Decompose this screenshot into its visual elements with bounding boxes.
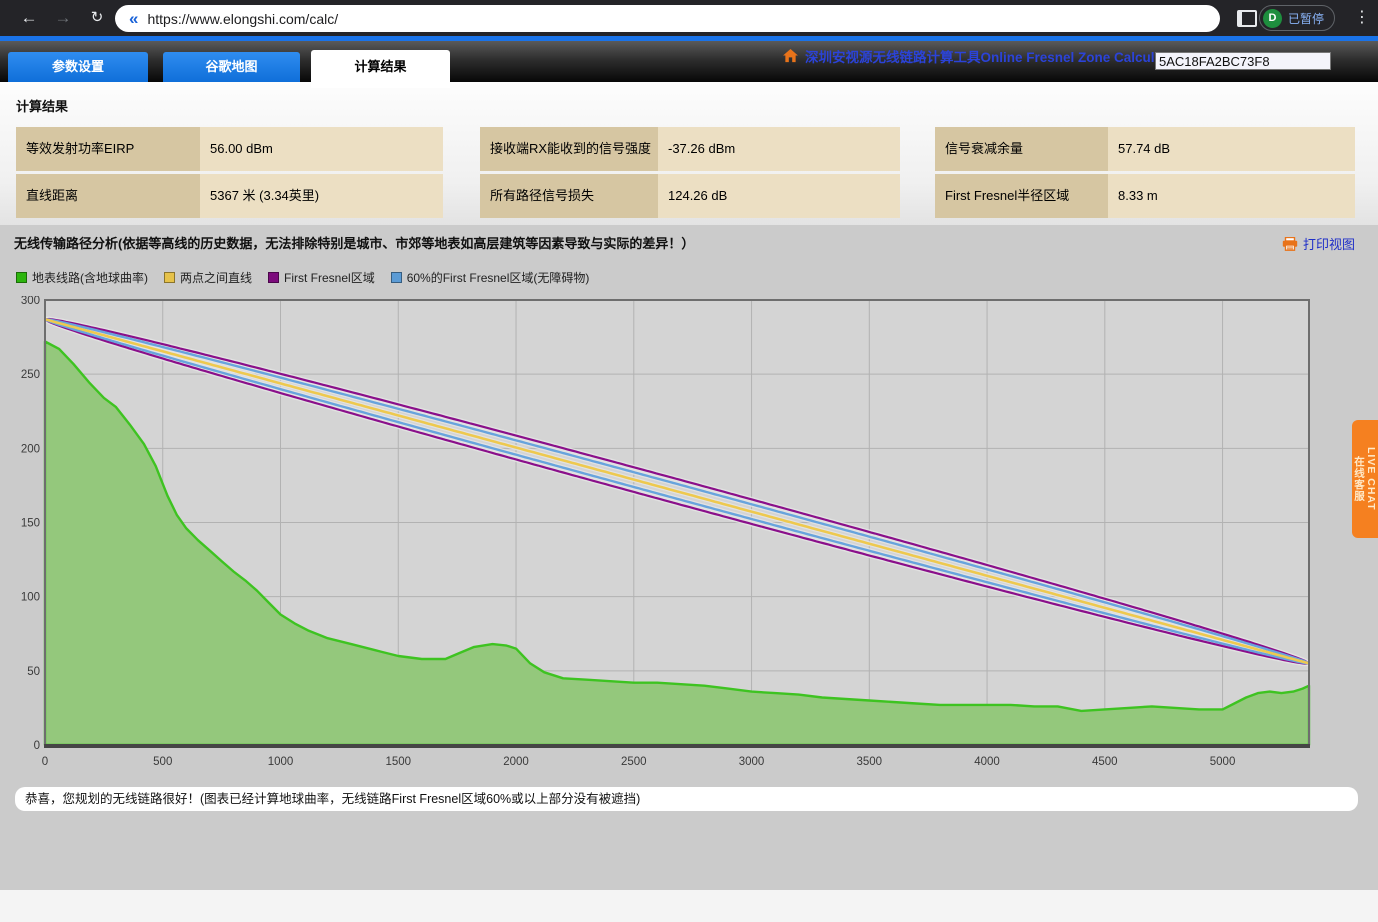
x-tick-label: 4500: [1092, 756, 1118, 768]
printer-icon: [1282, 237, 1298, 251]
y-tick-label: 100: [21, 592, 40, 604]
sync-paused-label: 已暂停: [1288, 10, 1324, 27]
avatar: D: [1263, 9, 1282, 28]
x-tick-label: 3000: [739, 756, 765, 768]
result-value: -37.26 dBm: [658, 127, 900, 171]
tab-parameters[interactable]: 参数设置: [8, 52, 148, 82]
y-tick-label: 150: [21, 518, 40, 530]
site-title-row: 深圳安视源无线链路计算工具Online Fresnel Zone Calcula…: [783, 46, 1180, 66]
legend-label: 两点之间直线: [180, 269, 252, 286]
x-tick-label: 0: [42, 756, 48, 768]
y-tick-label: 200: [21, 443, 40, 455]
live-chat-button[interactable]: 在线客服 LIVE CHAT: [1352, 420, 1378, 538]
browser-toolbar: ← → ↻ « https://www.elongshi.com/calc/ D…: [0, 0, 1378, 36]
side-panel-icon[interactable]: [1237, 10, 1257, 27]
forward-icon[interactable]: →: [50, 7, 76, 29]
home-icon: [783, 49, 798, 63]
results-heading: 计算结果: [16, 96, 68, 115]
result-label: First Fresnel半径区域: [935, 174, 1108, 218]
x-tick-label: 1000: [268, 756, 294, 768]
legend-label: First Fresnel区域: [284, 269, 375, 286]
result-label: 所有路径信号损失: [480, 174, 658, 218]
x-tick-label: 1500: [385, 756, 411, 768]
browser-menu-icon[interactable]: ⋮: [1354, 6, 1370, 30]
results-row: 等效发射功率EIRP56.00 dBm 接收端RX能收到的信号强度-37.26 d…: [16, 127, 1355, 171]
legend-swatch-icon: [391, 272, 402, 283]
analysis-note: 无线传输路径分析(依据等高线的历史数据，无法排除特别是城市、市郊等地表如高层建筑…: [14, 233, 694, 252]
y-tick-label: 50: [27, 666, 40, 678]
legend-label: 60%的First Fresnel区域(无障碍物): [407, 269, 590, 286]
page-title: 深圳安视源无线链路计算工具Online Fresnel Zone Calcula…: [805, 46, 1180, 66]
result-value: 56.00 dBm: [200, 127, 443, 171]
x-tick-label: 3500: [856, 756, 882, 768]
address-bar[interactable]: « https://www.elongshi.com/calc/: [115, 5, 1220, 32]
x-tick-label: 500: [153, 756, 172, 768]
back-icon[interactable]: ←: [16, 7, 42, 29]
result-value: 8.33 m: [1108, 174, 1355, 218]
status-message: 恭喜，您规划的无线链路很好！(图表已经计算地球曲率，无线链路First Fres…: [15, 787, 1358, 811]
analysis-section: 无线传输路径分析(依据等高线的历史数据，无法排除特别是城市、市郊等地表如高层建筑…: [0, 225, 1378, 890]
site-favicon-icon: «: [129, 9, 138, 29]
page-footer: [0, 890, 1378, 922]
live-chat-label-en: LIVE CHAT: [1365, 447, 1377, 511]
tab-results[interactable]: 计算结果: [311, 50, 450, 88]
profile-button[interactable]: D 已暂停: [1259, 5, 1335, 31]
x-tick-label: 2000: [503, 756, 529, 768]
y-tick-label: 250: [21, 369, 40, 381]
y-tick-label: 0: [34, 740, 40, 752]
print-view-label: 打印视图: [1303, 234, 1355, 253]
x-tick-label: 2500: [621, 756, 647, 768]
result-value: 57.74 dB: [1108, 127, 1355, 171]
terrain-chart: 0501001502002503000500100015002000250030…: [15, 296, 1345, 775]
refresh-icon[interactable]: ↻: [84, 7, 110, 29]
legend-label: 地表线路(含地球曲率): [32, 269, 148, 286]
legend-swatch-icon: [164, 272, 175, 283]
result-label: 信号衰减余量: [935, 127, 1108, 171]
result-label: 直线距离: [16, 174, 200, 218]
y-tick-label: 300: [21, 296, 40, 307]
terrain-chart-svg: 0501001502002503000500100015002000250030…: [15, 296, 1345, 775]
url-text: https://www.elongshi.com/calc/: [147, 11, 338, 27]
result-value: 5367 米 (3.34英里): [200, 174, 443, 218]
legend-item: 两点之间直线: [164, 269, 252, 286]
legend-item: First Fresnel区域: [268, 269, 375, 286]
legend-item: 地表线路(含地球曲率): [16, 269, 148, 286]
result-value: 124.26 dB: [658, 174, 900, 218]
print-view-link[interactable]: 打印视图: [1282, 234, 1355, 253]
result-label: 接收端RX能收到的信号强度: [480, 127, 658, 171]
serial-input[interactable]: [1155, 52, 1331, 70]
x-tick-label: 5000: [1210, 756, 1236, 768]
result-label: 等效发射功率EIRP: [16, 127, 200, 171]
results-section: 计算结果 等效发射功率EIRP56.00 dBm 接收端RX能收到的信号强度-37…: [0, 82, 1378, 225]
x-tick-label: 4000: [974, 756, 1000, 768]
tab-google-map[interactable]: 谷歌地图: [163, 52, 300, 82]
legend-item: 60%的First Fresnel区域(无障碍物): [391, 269, 590, 286]
results-table: 等效发射功率EIRP56.00 dBm 接收端RX能收到的信号强度-37.26 d…: [16, 127, 1355, 221]
results-row: 直线距离5367 米 (3.34英里) 所有路径信号损失124.26 dB Firs…: [16, 174, 1355, 218]
chart-legend: 地表线路(含地球曲率) 两点之间直线 First Fresnel区域 60%的Firs…: [16, 269, 589, 286]
site-header: 深圳安视源无线链路计算工具Online Fresnel Zone Calcula…: [0, 41, 1378, 82]
legend-swatch-icon: [268, 272, 279, 283]
legend-swatch-icon: [16, 272, 27, 283]
live-chat-label-cn: 在线客服: [1353, 456, 1365, 502]
